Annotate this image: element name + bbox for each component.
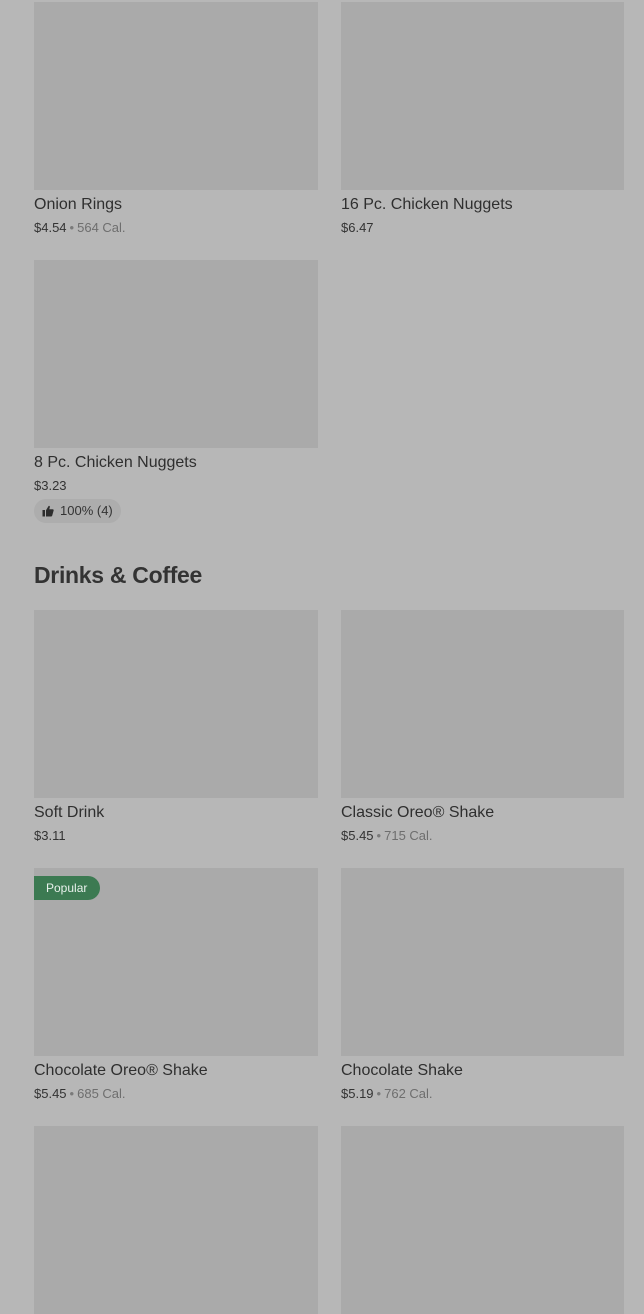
item-name: Soft Drink <box>34 804 105 821</box>
menu-item-card[interactable]: Soft Drink $3.11 <box>34 610 318 843</box>
item-meta: $3.23 <box>34 477 67 494</box>
item-name: Chocolate Shake <box>341 1062 463 1079</box>
item-name: 8 Pc. Chicken Nuggets <box>34 454 197 471</box>
item-price: $6.47 <box>341 220 374 235</box>
item-meta: $5.45 • 715 Cal. <box>341 827 433 844</box>
item-name: Classic Oreo® Shake <box>341 804 495 821</box>
item-meta: $4.54 • 564 Cal. <box>34 219 126 236</box>
item-meta: $6.47 <box>341 219 374 236</box>
menu-item-card[interactable]: 16 Pc. Chicken Nuggets $6.47 <box>341 2 625 235</box>
menu-item-card[interactable]: Chocolate Shake $5.19 • 762 Cal. <box>341 868 625 1101</box>
item-thumbnail[interactable]: Popular <box>34 868 318 1056</box>
menu-item-card[interactable] <box>341 1126 625 1314</box>
item-thumbnail[interactable] <box>34 260 318 448</box>
menu-item-card[interactable]: Onion Rings $4.54 • 564 Cal. <box>34 2 318 235</box>
item-thumbnail[interactable] <box>341 610 624 798</box>
item-price: $3.23 <box>34 478 67 493</box>
item-price: $5.45 <box>34 1086 67 1101</box>
item-thumbnail[interactable] <box>34 2 318 190</box>
section-title: Drinks & Coffee <box>34 562 203 588</box>
item-meta: $5.19 • 762 Cal. <box>341 1085 433 1102</box>
item-meta: $5.45 • 685 Cal. <box>34 1085 126 1102</box>
item-thumbnail[interactable] <box>34 1126 318 1314</box>
item-calories: 762 Cal. <box>384 1086 433 1101</box>
item-thumbnail[interactable] <box>341 868 624 1056</box>
popular-badge: Popular <box>34 876 101 900</box>
item-price: $5.45 <box>341 828 374 843</box>
item-name: Onion Rings <box>34 196 123 213</box>
item-name: Chocolate Oreo® Shake <box>34 1062 208 1079</box>
thumbs-up-icon <box>42 505 54 517</box>
item-calories: 564 Cal. <box>77 220 126 235</box>
rating-text: 100% (4) <box>60 503 113 518</box>
separator-dot: • <box>69 1086 75 1101</box>
separator-dot: • <box>376 1086 382 1101</box>
item-price: $5.19 <box>341 1086 374 1101</box>
item-meta: $3.11 <box>34 827 66 844</box>
separator-dot: • <box>376 828 382 843</box>
item-name: 16 Pc. Chicken Nuggets <box>341 196 513 213</box>
menu-item-card[interactable]: Classic Oreo® Shake $5.45 • 715 Cal. <box>341 610 625 843</box>
item-price: $4.54 <box>34 220 67 235</box>
item-calories: 715 Cal. <box>384 828 433 843</box>
item-calories: 685 Cal. <box>77 1086 126 1101</box>
rating-badge: 100% (4) <box>34 499 121 523</box>
item-thumbnail[interactable] <box>341 2 624 190</box>
separator-dot: • <box>69 220 75 235</box>
menu-item-card[interactable] <box>34 1126 318 1314</box>
item-price: $3.11 <box>34 828 66 843</box>
item-thumbnail[interactable] <box>34 610 318 798</box>
item-thumbnail[interactable] <box>341 1126 624 1314</box>
menu-item-card[interactable]: 8 Pc. Chicken Nuggets $3.23 100% (4) <box>34 260 318 523</box>
menu-item-card[interactable]: Popular Chocolate Oreo® Shake $5.45 • 685 … <box>34 868 318 1101</box>
